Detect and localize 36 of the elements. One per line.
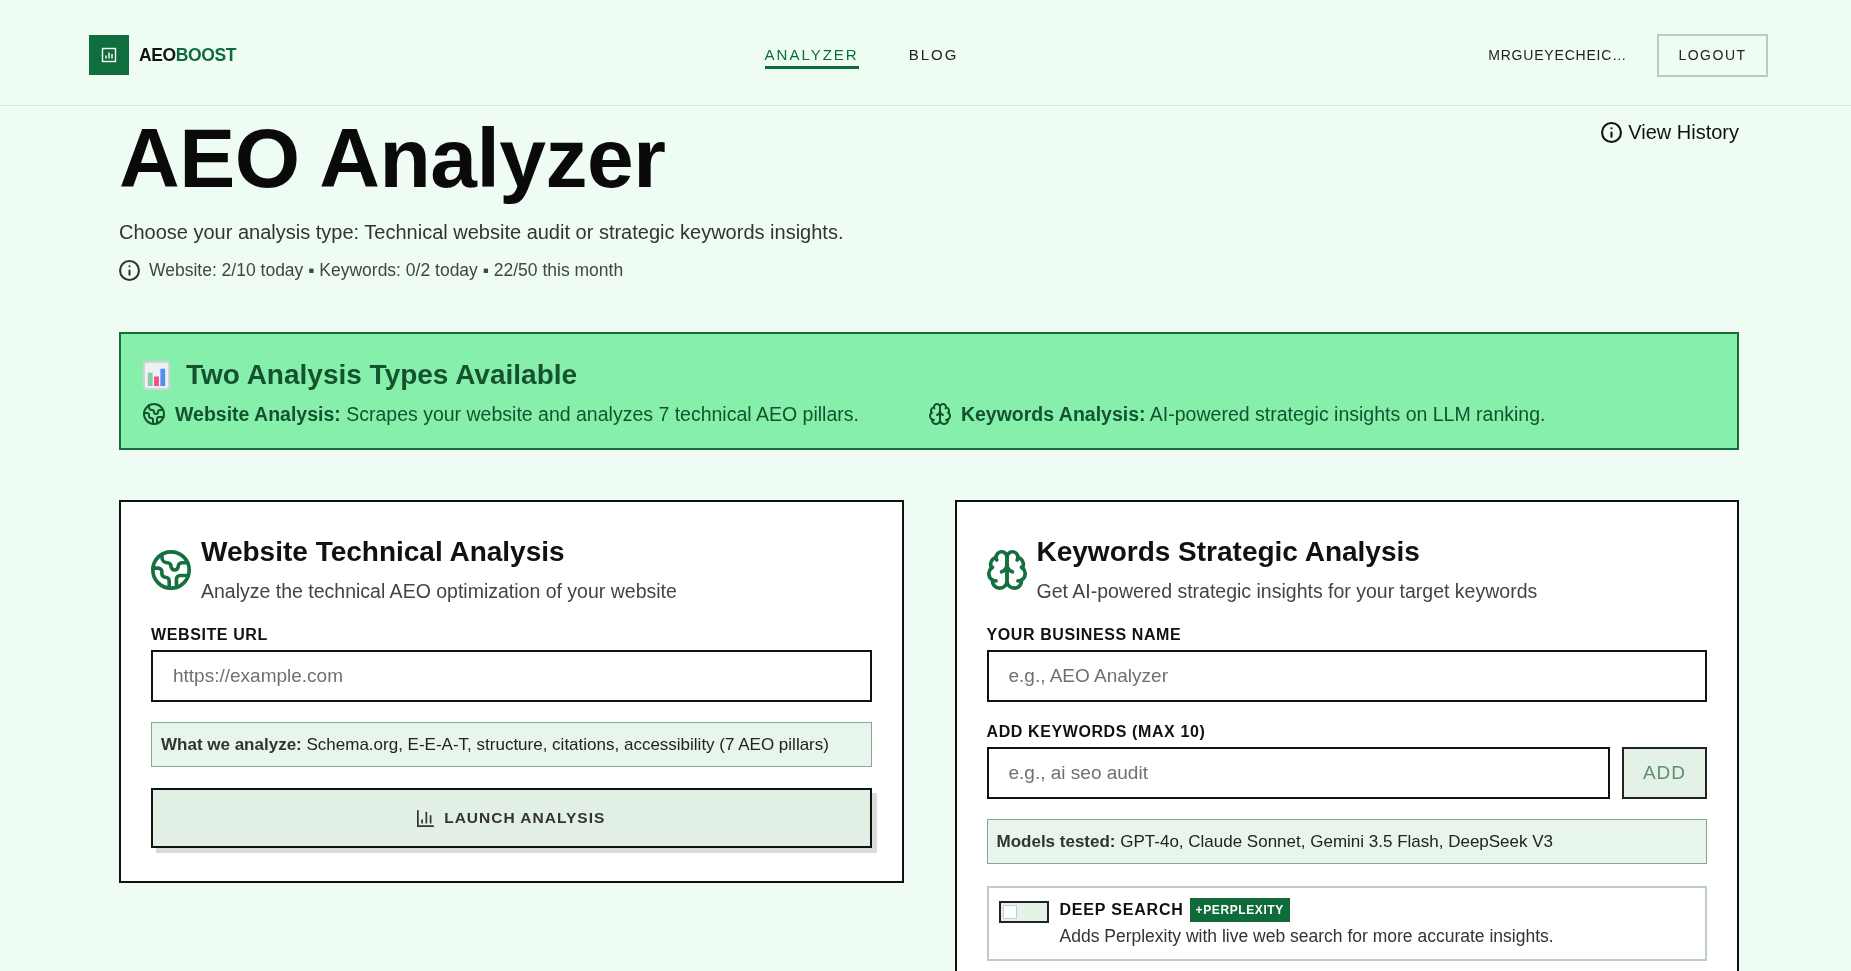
card-subtitle: Analyze the technical AEO optimization of your website bbox=[201, 579, 677, 603]
brain-icon bbox=[928, 403, 951, 425]
usage-text: Website: 2/10 today ▪ Keywords: 0/2 today ▪ 22/50 this month bbox=[149, 259, 624, 281]
globe-icon bbox=[151, 549, 191, 590]
option-label: DEEP SEARCH bbox=[1059, 900, 1184, 920]
page-subtitle: Choose your analysis type: Technical website audit or strategic keywords insights. bbox=[119, 220, 844, 245]
logout-button[interactable]: LOGOUT bbox=[1657, 33, 1768, 77]
card-title: Keywords Strategic Analysis bbox=[1036, 536, 1420, 568]
nav-tab[interactable]: ANALYZER bbox=[764, 41, 859, 69]
option-description: Adds Perplexity with live web search for more accurate insights. bbox=[1059, 926, 1554, 947]
banner-title: Two Analysis Types Available bbox=[186, 359, 578, 391]
logo-icon bbox=[89, 35, 129, 75]
history-link[interactable]: View History bbox=[1601, 120, 1739, 144]
toggle-switch[interactable] bbox=[998, 901, 1049, 923]
nav-tab[interactable]: BLOG bbox=[908, 41, 959, 69]
card-title: Website Technical Analysis bbox=[201, 536, 565, 568]
feature-text: Website Analysis: Scrapes your website and analyzes 7 technical AEO pillars. bbox=[175, 402, 859, 427]
info-icon bbox=[119, 259, 140, 281]
user-name: MRGUEYECHEIC… bbox=[1488, 47, 1627, 63]
text-input[interactable]: e.g., AEO Analyzer bbox=[986, 650, 1707, 702]
field-label: ADD KEYWORDS (MAX 10) bbox=[986, 722, 1206, 742]
text-input[interactable]: e.g., ai seo audit bbox=[986, 747, 1610, 799]
text-input[interactable]: https://example.com bbox=[151, 650, 872, 702]
globe-icon bbox=[143, 403, 165, 425]
bar-chart-icon bbox=[143, 360, 170, 390]
info-note: What we analyze: Schema.org, E-E-A-T, structure, citations, accessibility (7 AEO pillars) bbox=[151, 722, 872, 767]
info-note: Models tested: GPT-4o, Claude Sonnet, Gemini 3.5 Flash, DeepSeek V3 bbox=[986, 819, 1707, 864]
bar-chart-icon bbox=[417, 809, 435, 827]
field-label: YOUR BUSINESS NAME bbox=[986, 625, 1182, 645]
info-icon bbox=[1601, 121, 1623, 143]
field-label: WEBSITE URL bbox=[151, 625, 268, 645]
brain-icon bbox=[986, 549, 1027, 590]
feature-text: Keywords Analysis: AI-powered strategic insights on LLM ranking. bbox=[960, 402, 1546, 427]
brand-name: AEOBOOST bbox=[139, 44, 236, 66]
tag-badge: +PERPLEXITY bbox=[1189, 898, 1290, 922]
card-subtitle: Get AI-powered strategic insights for your target keywords bbox=[1036, 579, 1538, 603]
